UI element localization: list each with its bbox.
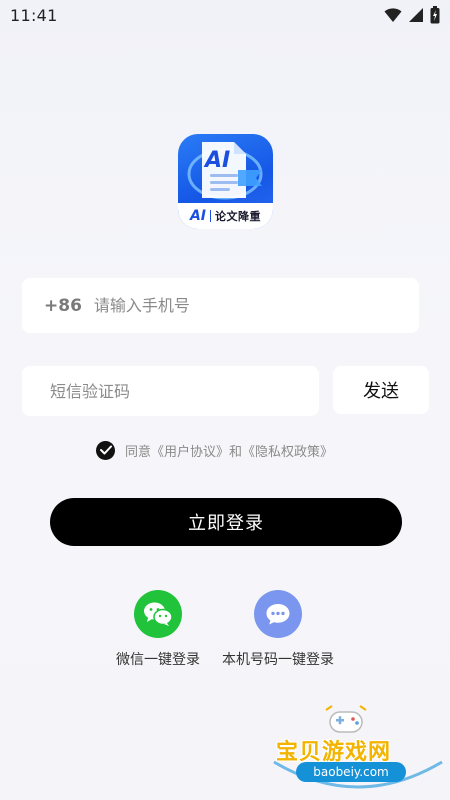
country-code[interactable]: +86	[44, 296, 82, 316]
phone-field[interactable]: +86	[22, 278, 419, 333]
login-button[interactable]: 立即登录	[50, 498, 402, 546]
verification-code-input[interactable]	[50, 381, 300, 401]
status-time: 11:41	[10, 6, 58, 25]
agreement-prefix: 同意	[125, 444, 152, 460]
privacy-policy-link[interactable]: 《隐私权政策》	[242, 441, 333, 460]
logo-caption: AI 论文降重	[178, 203, 273, 229]
logo-caption-text: 论文降重	[215, 210, 262, 223]
send-code-button[interactable]: 发送	[333, 366, 429, 414]
user-agreement-link[interactable]: 《用户协议》	[151, 441, 229, 460]
status-icons	[384, 6, 440, 24]
wechat-icon[interactable]	[134, 590, 182, 638]
wechat-login-button[interactable]: 微信一键登录	[116, 590, 200, 669]
logo-ai-text: AI	[205, 148, 231, 173]
chat-bubble-icon[interactable]	[254, 590, 302, 638]
status-bar: 11:41	[0, 0, 450, 32]
wechat-login-label: 微信一键登录	[116, 652, 200, 668]
app-logo: AI AI 论文降重	[178, 134, 273, 229]
battery-icon	[430, 6, 440, 24]
wifi-icon	[384, 8, 402, 22]
onekey-login-label: 本机号码一键登录	[222, 652, 334, 668]
agree-checkbox[interactable]	[96, 440, 115, 460]
code-field[interactable]	[22, 366, 319, 416]
signal-icon	[409, 8, 423, 22]
logo-caption-ai: AI	[189, 208, 207, 224]
logo-caption-divider	[210, 210, 212, 222]
agreement-row: 同意 《用户协议》 和 《隐私权政策》	[96, 438, 333, 462]
phone-input[interactable]	[93, 296, 374, 315]
watermark: 宝贝游戏网 baobeiy.com	[268, 702, 448, 800]
agreement-conjunction: 和	[229, 444, 243, 460]
onekey-login-button[interactable]: 本机号码一键登录	[222, 590, 334, 669]
watermark-url: baobeiy.com	[296, 762, 406, 782]
check-icon	[99, 445, 112, 455]
